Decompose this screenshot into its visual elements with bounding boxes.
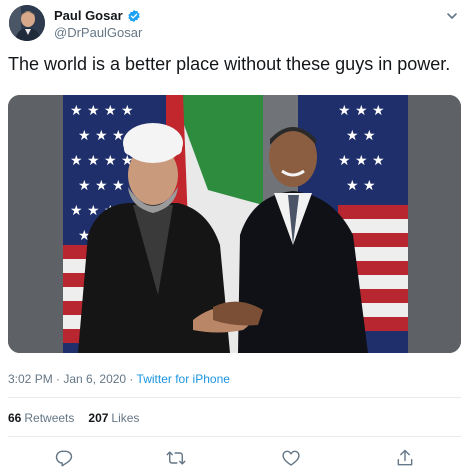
like-button[interactable] xyxy=(281,448,301,468)
svg-text:★ ★ ★: ★ ★ ★ xyxy=(78,178,125,194)
author-name-row[interactable]: Paul Gosar xyxy=(54,8,141,23)
tweet-meta: 3:02 PM · Jan 6, 2020 · Twitter for iPho… xyxy=(8,372,230,386)
divider xyxy=(8,397,461,398)
reply-icon xyxy=(55,450,73,467)
svg-text:★ ★ ★ ★: ★ ★ ★ ★ xyxy=(70,153,134,169)
more-options-chevron-down-icon[interactable] xyxy=(445,9,459,23)
svg-text:★ ★ ★: ★ ★ ★ xyxy=(338,153,385,169)
like-icon xyxy=(282,450,300,466)
divider xyxy=(8,436,461,437)
tweet-card: Paul Gosar @DrPaulGosar The world is a b… xyxy=(0,0,469,473)
tweet-stats: 66 Retweets 207 Likes xyxy=(8,411,153,425)
avatar-photo xyxy=(9,5,45,41)
svg-text:★ ★: ★ ★ xyxy=(346,178,376,194)
retweet-button[interactable] xyxy=(166,448,186,468)
meta-separator: · xyxy=(126,372,137,386)
svg-text:★ ★ ★: ★ ★ ★ xyxy=(78,128,125,144)
share-button[interactable] xyxy=(395,448,415,468)
likes-label: Likes xyxy=(111,411,140,425)
retweet-icon xyxy=(166,451,186,465)
meta-separator: · xyxy=(52,372,64,386)
share-icon xyxy=(397,449,413,466)
tweet-source-link[interactable]: Twitter for iPhone xyxy=(137,372,230,386)
likes-count: 207 xyxy=(88,411,109,425)
svg-text:★ ★ ★ ★: ★ ★ ★ ★ xyxy=(70,103,134,119)
likes-stat[interactable]: 207 Likes xyxy=(88,411,139,425)
retweets-stat[interactable]: 66 Retweets xyxy=(8,411,74,425)
reply-button[interactable] xyxy=(54,448,74,468)
author-name[interactable]: Paul Gosar xyxy=(54,8,123,23)
avatar[interactable] xyxy=(9,5,45,41)
tweet-photo[interactable]: ★ ★ ★ ★ ★ ★ ★ ★ ★ ★ ★ ★ ★ ★ ★ ★ ★ ★ ★ ★ xyxy=(8,95,461,353)
retweets-label: Retweets xyxy=(24,411,75,425)
tweet-date[interactable]: Jan 6, 2020 xyxy=(63,372,126,386)
retweets-count: 66 xyxy=(8,411,22,425)
verified-badge-icon xyxy=(127,9,140,22)
author-handle[interactable]: @DrPaulGosar xyxy=(54,25,142,40)
tweet-time[interactable]: 3:02 PM xyxy=(8,372,53,386)
tweet-actions xyxy=(0,448,469,468)
svg-text:★ ★ ★: ★ ★ ★ xyxy=(338,103,385,119)
svg-text:★ ★: ★ ★ xyxy=(346,128,376,144)
tweet-text: The world is a better place without thes… xyxy=(8,54,451,74)
